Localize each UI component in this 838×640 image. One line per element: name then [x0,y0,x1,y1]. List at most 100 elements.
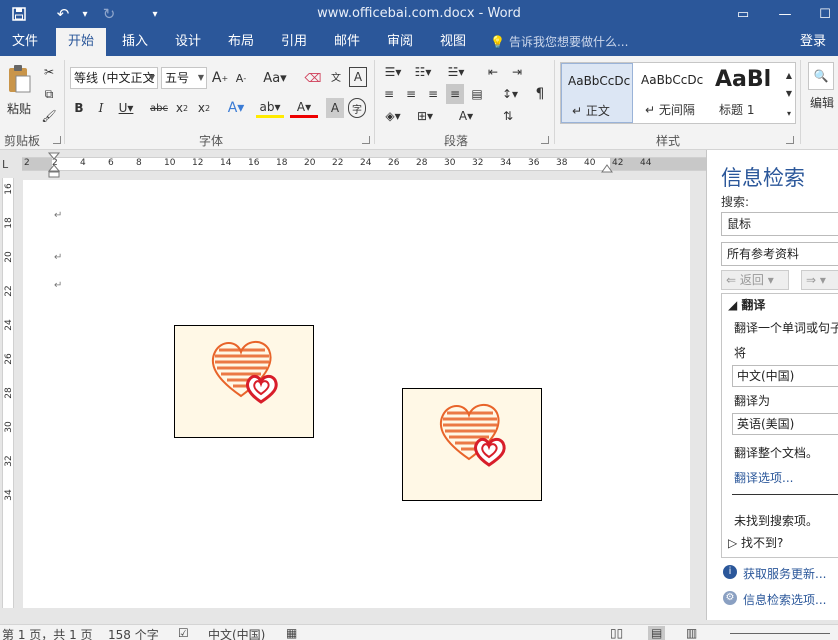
phonetic-guide-icon[interactable]: 文 [326,66,346,86]
format-painter-icon[interactable]: 🖌 [38,106,60,126]
macro-icon[interactable]: ▦ [286,626,297,640]
character-border-icon[interactable]: A [349,67,367,87]
styles-more-icon[interactable]: ▾ [783,103,795,123]
print-layout-icon[interactable]: ▤ [648,626,666,640]
align-left-icon[interactable]: ≡ [380,84,398,104]
undo-icon[interactable]: ↶ [52,4,74,24]
align-center-icon[interactable]: ≡ [402,84,420,104]
subscript-icon[interactable]: x2 [173,98,191,118]
search-icon[interactable]: 🔍 [808,62,834,90]
styles-launcher-icon[interactable] [786,136,794,144]
underline-icon[interactable]: U▾ [114,98,138,118]
font-size-select[interactable]: 五号 ▼ [161,67,207,89]
document-page[interactable]: ↵ ↵ ↵ [23,180,690,608]
zoom-slider[interactable] [730,633,830,634]
hearts-image-2[interactable] [402,388,542,501]
align-right-icon[interactable]: ≡ [424,84,442,104]
back-button[interactable]: ⇐ 返回 ▾ [721,270,789,290]
style-heading-1[interactable]: AaBl 标题 1 [709,63,781,123]
redo-icon[interactable]: ↻ [98,4,120,24]
tell-me-search[interactable]: 💡 告诉我您想要做什么... [490,28,628,56]
from-language-select[interactable]: 中文(中国) [732,365,838,387]
vertical-ruler-tick-label: 28 [4,387,14,399]
shading-icon[interactable]: ◈▾ [380,106,406,126]
translation-options-link[interactable]: 翻译选项... [734,469,793,486]
numbering-icon[interactable]: ☷▾ [410,62,436,82]
indent-marker-icon[interactable] [48,152,60,178]
get-updates-link[interactable]: 获取服务更新... [743,565,826,582]
proofing-icon[interactable]: ☑ [178,626,189,640]
word-count[interactable]: 158 个字 [108,626,159,640]
forward-button[interactable]: ⇒ ▾ [801,270,838,290]
ruler-tick-label: 2 [24,158,30,168]
text-effects-icon[interactable]: A▾ [224,98,248,118]
save-icon[interactable] [8,4,30,24]
highlight-color-icon[interactable]: ab▾ [256,98,284,118]
paste-icon[interactable] [4,62,34,96]
hearts-image-1[interactable] [174,325,314,438]
font-color-icon[interactable]: A▾ [290,98,318,118]
translate-section-header[interactable]: ◢ 翻译 [728,296,765,313]
read-mode-icon[interactable]: ▯▯ [610,626,623,640]
editing-button[interactable]: 编辑 [806,92,838,112]
justify-icon[interactable]: ≡ [446,84,464,104]
tab-mailings[interactable]: 邮件 [322,28,372,56]
decrease-indent-icon[interactable]: ⇤ [484,62,502,82]
reference-source-select[interactable]: 所有参考资料 [721,242,838,266]
right-indent-marker-icon[interactable] [601,164,613,174]
language-indicator[interactable]: 中文(中国) [208,626,265,640]
sort-icon[interactable]: ⇅ [498,106,518,126]
copy-icon[interactable]: ⧉ [38,84,60,104]
multilevel-list-icon[interactable]: ☱▾ [442,62,470,82]
login-button[interactable]: 登录 [800,28,826,56]
tab-selector[interactable]: L [2,158,14,171]
italic-icon[interactable]: I [92,98,110,118]
minimize-icon[interactable]: — [772,4,798,24]
style-no-spacing[interactable]: AaBbCcDc ↵ 无间隔 [635,63,707,123]
borders-icon[interactable]: ⊞▾ [412,106,438,126]
ruler-margin-right [610,158,706,170]
increase-indent-icon[interactable]: ⇥ [508,62,526,82]
change-case-icon[interactable]: Aa▾ [260,68,290,88]
distributed-icon[interactable]: ▤ [468,84,486,104]
to-language-select[interactable]: 英语(美国) [732,413,838,435]
tab-file[interactable]: 文件 [0,28,50,56]
font-launcher-icon[interactable] [362,136,370,144]
styles-scroll-up-icon[interactable]: ▲ [783,65,795,85]
grow-font-icon[interactable]: A + [211,68,229,88]
tab-design[interactable]: 设计 [163,28,213,56]
undo-dropdown-icon[interactable]: ▾ [74,4,96,24]
paste-button[interactable]: 粘贴 [4,98,34,118]
superscript-icon[interactable]: x2 [195,98,213,118]
chinese-layout-icon[interactable]: A▾ [452,106,480,126]
tab-references[interactable]: 引用 [269,28,319,56]
not-found-toggle[interactable]: ▷ 找不到? [728,534,783,551]
shrink-font-icon[interactable]: A- [232,68,250,88]
page-count[interactable]: 第 1 页，共 1 页 [2,626,93,640]
tab-insert[interactable]: 插入 [110,28,160,56]
tab-layout[interactable]: 布局 [216,28,266,56]
enclose-characters-icon[interactable]: 字 [348,98,366,118]
ribbon-display-options-icon[interactable]: ▭ [730,4,756,24]
styles-scroll-down-icon[interactable]: ▼ [783,83,795,103]
research-options-link[interactable]: 信息检索选项... [743,591,826,608]
tab-review[interactable]: 审阅 [375,28,425,56]
cut-icon[interactable]: ✂ [38,62,60,82]
tab-view[interactable]: 视图 [428,28,478,56]
customize-quick-access-icon[interactable]: ▾ [144,4,166,24]
font-family-select[interactable]: 等线 (中文正文 ▼ [70,67,158,89]
clipboard-launcher-icon[interactable] [53,136,61,144]
line-spacing-icon[interactable]: ↕▾ [496,84,524,104]
bold-icon[interactable]: B [70,98,88,118]
maximize-icon[interactable]: ☐ [812,4,838,24]
search-input[interactable]: 鼠标 [721,212,838,236]
style-normal[interactable]: AaBbCcDc ↵ 正文 [561,63,633,123]
web-layout-icon[interactable]: ▥ [686,626,697,640]
bullets-icon[interactable]: ☰▾ [380,62,406,82]
clear-formatting-icon[interactable]: ⌫ [304,68,322,88]
show-marks-icon[interactable]: ¶ [530,84,550,104]
strikethrough-icon[interactable]: abc [148,98,170,118]
tab-home[interactable]: 开始 [56,28,107,56]
character-shading-icon[interactable]: A [326,98,344,118]
paragraph-launcher-icon[interactable] [541,136,549,144]
